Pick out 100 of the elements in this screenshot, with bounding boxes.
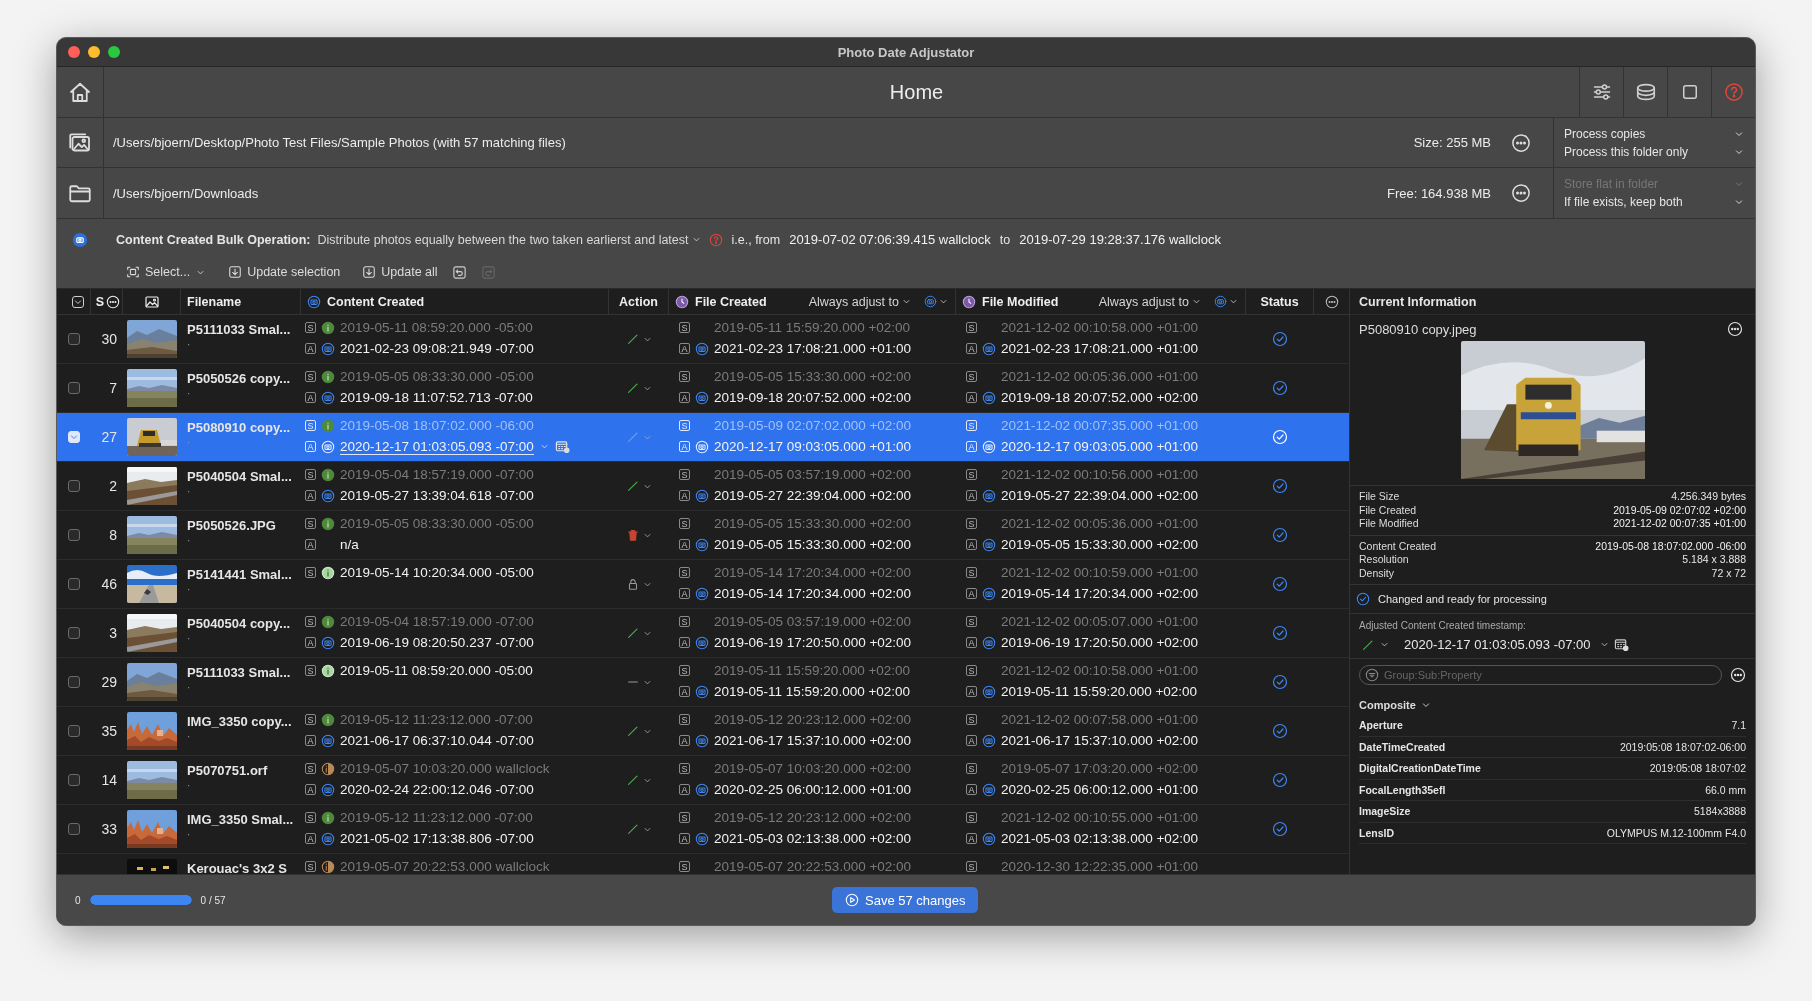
- file-note: ·: [187, 389, 191, 399]
- timestamp: 2021-12-02 00:05:36.000 +01:00: [1001, 369, 1199, 384]
- action-button[interactable]: Select...: [126, 265, 207, 279]
- table-row[interactable]: [57, 413, 1349, 462]
- row-checkbox[interactable]: [68, 333, 80, 345]
- column-header[interactable]: Filename: [187, 294, 242, 309]
- save-button[interactable]: Save 57 changes: [832, 887, 979, 913]
- timestamp: 2019-06-19 17:20:50.000 +02:00: [1001, 635, 1199, 650]
- trash-icon: [625, 528, 640, 542]
- table-row[interactable]: 8 P5050526.JPG · S 2019-05-05 08:33:30.000 -05:00 A n/a S 2019-05-05 15:33:30.000 +02:00 A 2019-05-05 15:33:30.000 +02:00 S 2021-12-02 00:05:36.000 +01:00 A 2019-05-05 15:33:30.000 +02:00: [57, 511, 1349, 560]
- action-dropdown[interactable]: [625, 724, 653, 738]
- stack-icon[interactable]: [1634, 81, 1657, 103]
- more-icon[interactable]: [1727, 321, 1743, 337]
- info-icon: [321, 565, 335, 580]
- mode-dropdown[interactable]: Distribute photos equally between the two taken earlierst and latest: [317, 232, 702, 247]
- info-value: 4.256.349 bytes: [1671, 490, 1746, 502]
- more-icon[interactable]: [1511, 132, 1531, 153]
- property-value: OLYMPUS M.12-100mm F4.0: [1606, 826, 1746, 839]
- timestamp: 2019-05-08 18:07:02.000 -06:00: [340, 418, 534, 433]
- adjust-dropdown[interactable]: Always adjust to: [1098, 294, 1202, 309]
- action-dropdown[interactable]: [625, 332, 653, 346]
- letter-badge: A: [966, 686, 977, 697]
- row-checkbox[interactable]: [68, 480, 80, 492]
- column-header[interactable]: File Created: [695, 294, 767, 309]
- timestamp: 2020-12-17 01:03:05.093 -07:00: [1404, 637, 1591, 652]
- timestamp: 2019-05-05 15:33:30.000 +02:00: [714, 537, 912, 552]
- timestamp[interactable]: 2020-12-17 01:03:05.093 -07:00: [340, 438, 534, 455]
- action-dropdown[interactable]: [625, 773, 653, 787]
- option-dropdown[interactable]: If file exists, keep both: [1564, 195, 1745, 209]
- timestamp: 2019-05-11 08:59:20.000 -05:00: [340, 320, 533, 335]
- property-value: 2019:05:08 18:07:02: [1649, 762, 1746, 775]
- sliders-icon[interactable]: [1591, 82, 1612, 102]
- action-dropdown[interactable]: [625, 626, 653, 640]
- zoom-button[interactable]: [108, 46, 120, 58]
- column-header[interactable]: File Modified: [982, 294, 1059, 309]
- action-dropdown[interactable]: [625, 479, 653, 493]
- action-dropdown[interactable]: [625, 822, 653, 836]
- status-check-icon: [1272, 478, 1288, 494]
- source-dropdown[interactable]: [924, 295, 949, 308]
- column-header[interactable]: S: [95, 294, 104, 309]
- file-name: P5141441 Smal...: [187, 567, 292, 582]
- file-name: P5111033 Smal...: [187, 665, 291, 680]
- table-row[interactable]: 46 P5141441 Smal... · S 2019-05-14 10:20:34.000 -05:00 S 2019-05-14 17:20:34.000 +02:00 A 2019-05-14 17:20:34.000 +02:00 S 2021-12-02 00:10:59.000 +01:00 A 2019-05-14 17:20:34.000 +02:00: [57, 560, 1349, 609]
- file-name: P5040504 Smal...: [187, 469, 292, 484]
- more-icon[interactable]: [1511, 183, 1531, 203]
- row-checkbox[interactable]: [68, 578, 80, 590]
- timestamp: 2021-05-03 02:13:38.000 +02:00: [1001, 831, 1199, 846]
- property-name: DateTimeCreated: [1359, 740, 1446, 753]
- letter-badge: S: [679, 861, 690, 872]
- letter-badge: A: [966, 637, 977, 648]
- adjust-dropdown[interactable]: Always adjust to: [808, 294, 912, 309]
- row-checkbox[interactable]: [68, 823, 80, 835]
- timestamp: 2019-05-05 15:33:30.000 +02:00: [1001, 537, 1199, 552]
- action-button[interactable]: Update all: [362, 265, 438, 279]
- row-checkbox[interactable]: [68, 382, 80, 394]
- timestamp: 2019-05-04 18:57:19.000 -07:00: [340, 614, 534, 629]
- home-icon[interactable]: [68, 80, 92, 104]
- camera-icon: [72, 231, 88, 248]
- row-checkbox[interactable]: [68, 725, 80, 737]
- action-dropdown[interactable]: [625, 528, 653, 542]
- action-button[interactable]: Update selection: [228, 265, 341, 279]
- timestamp: 2019-05-05 15:33:30.000 +02:00: [714, 369, 912, 384]
- table-row[interactable]: 29 P5111033 Smal... · S 2019-05-11 08:59:20.000 -05:00 S 2019-05-11 15:59:20.000 +02:00 A 2019-05-11 15:59:20.000 +02:00 S 2021-12-02 00:10:58.000 +01:00 A 2019-05-11 15:59:20.000 +02:00: [57, 658, 1349, 707]
- file-name: P5050526 copy...: [187, 371, 291, 386]
- row-checkbox[interactable]: [68, 627, 80, 639]
- filter-field[interactable]: Group:Sub:Property: [1359, 665, 1722, 685]
- letter-badge: S: [966, 518, 977, 529]
- camera-icon: [321, 782, 335, 797]
- group-toggle[interactable]: Composite: [1350, 691, 1441, 715]
- info-label: Density: [1359, 566, 1394, 579]
- image-icon: [143, 293, 160, 310]
- letter-badge: A: [679, 833, 690, 844]
- row-checkbox[interactable]: [68, 676, 80, 688]
- letter-badge: S: [679, 322, 690, 333]
- row-checkbox[interactable]: [68, 529, 80, 541]
- info-label: Resolution: [1359, 553, 1409, 565]
- status-check-icon: [1272, 576, 1288, 592]
- info-label: File Created: [1359, 503, 1417, 516]
- timestamp: 2019-07-29 19:28:37.176 wallclock: [1019, 232, 1221, 247]
- option-dropdown[interactable]: Process this folder only: [1564, 144, 1745, 159]
- row-checkbox[interactable]: [68, 774, 80, 786]
- letter-badge: S: [305, 861, 316, 872]
- calendar-icon[interactable]: [1613, 637, 1629, 652]
- column-header[interactable]: Content Created: [327, 294, 425, 309]
- pencil-icon: [625, 430, 640, 444]
- status-text: Changed and ready for processing: [1378, 593, 1547, 605]
- range-label: to: [999, 232, 1011, 247]
- info-label: File Modified: [1359, 517, 1419, 529]
- column-header[interactable]: Status: [1260, 294, 1299, 309]
- status-check-icon: [1272, 625, 1288, 641]
- column-header[interactable]: Action: [619, 294, 658, 309]
- undo-icon[interactable]: [451, 264, 467, 280]
- option-dropdown[interactable]: Process copies: [1564, 126, 1745, 141]
- letter-badge: A: [305, 637, 316, 648]
- action-dropdown[interactable]: [625, 381, 653, 395]
- close-button[interactable]: [68, 46, 80, 58]
- camera-icon: [321, 831, 335, 846]
- more-icon[interactable]: [1324, 294, 1339, 309]
- source-dropdown[interactable]: [1214, 295, 1239, 308]
- minimize-button[interactable]: [88, 46, 100, 58]
